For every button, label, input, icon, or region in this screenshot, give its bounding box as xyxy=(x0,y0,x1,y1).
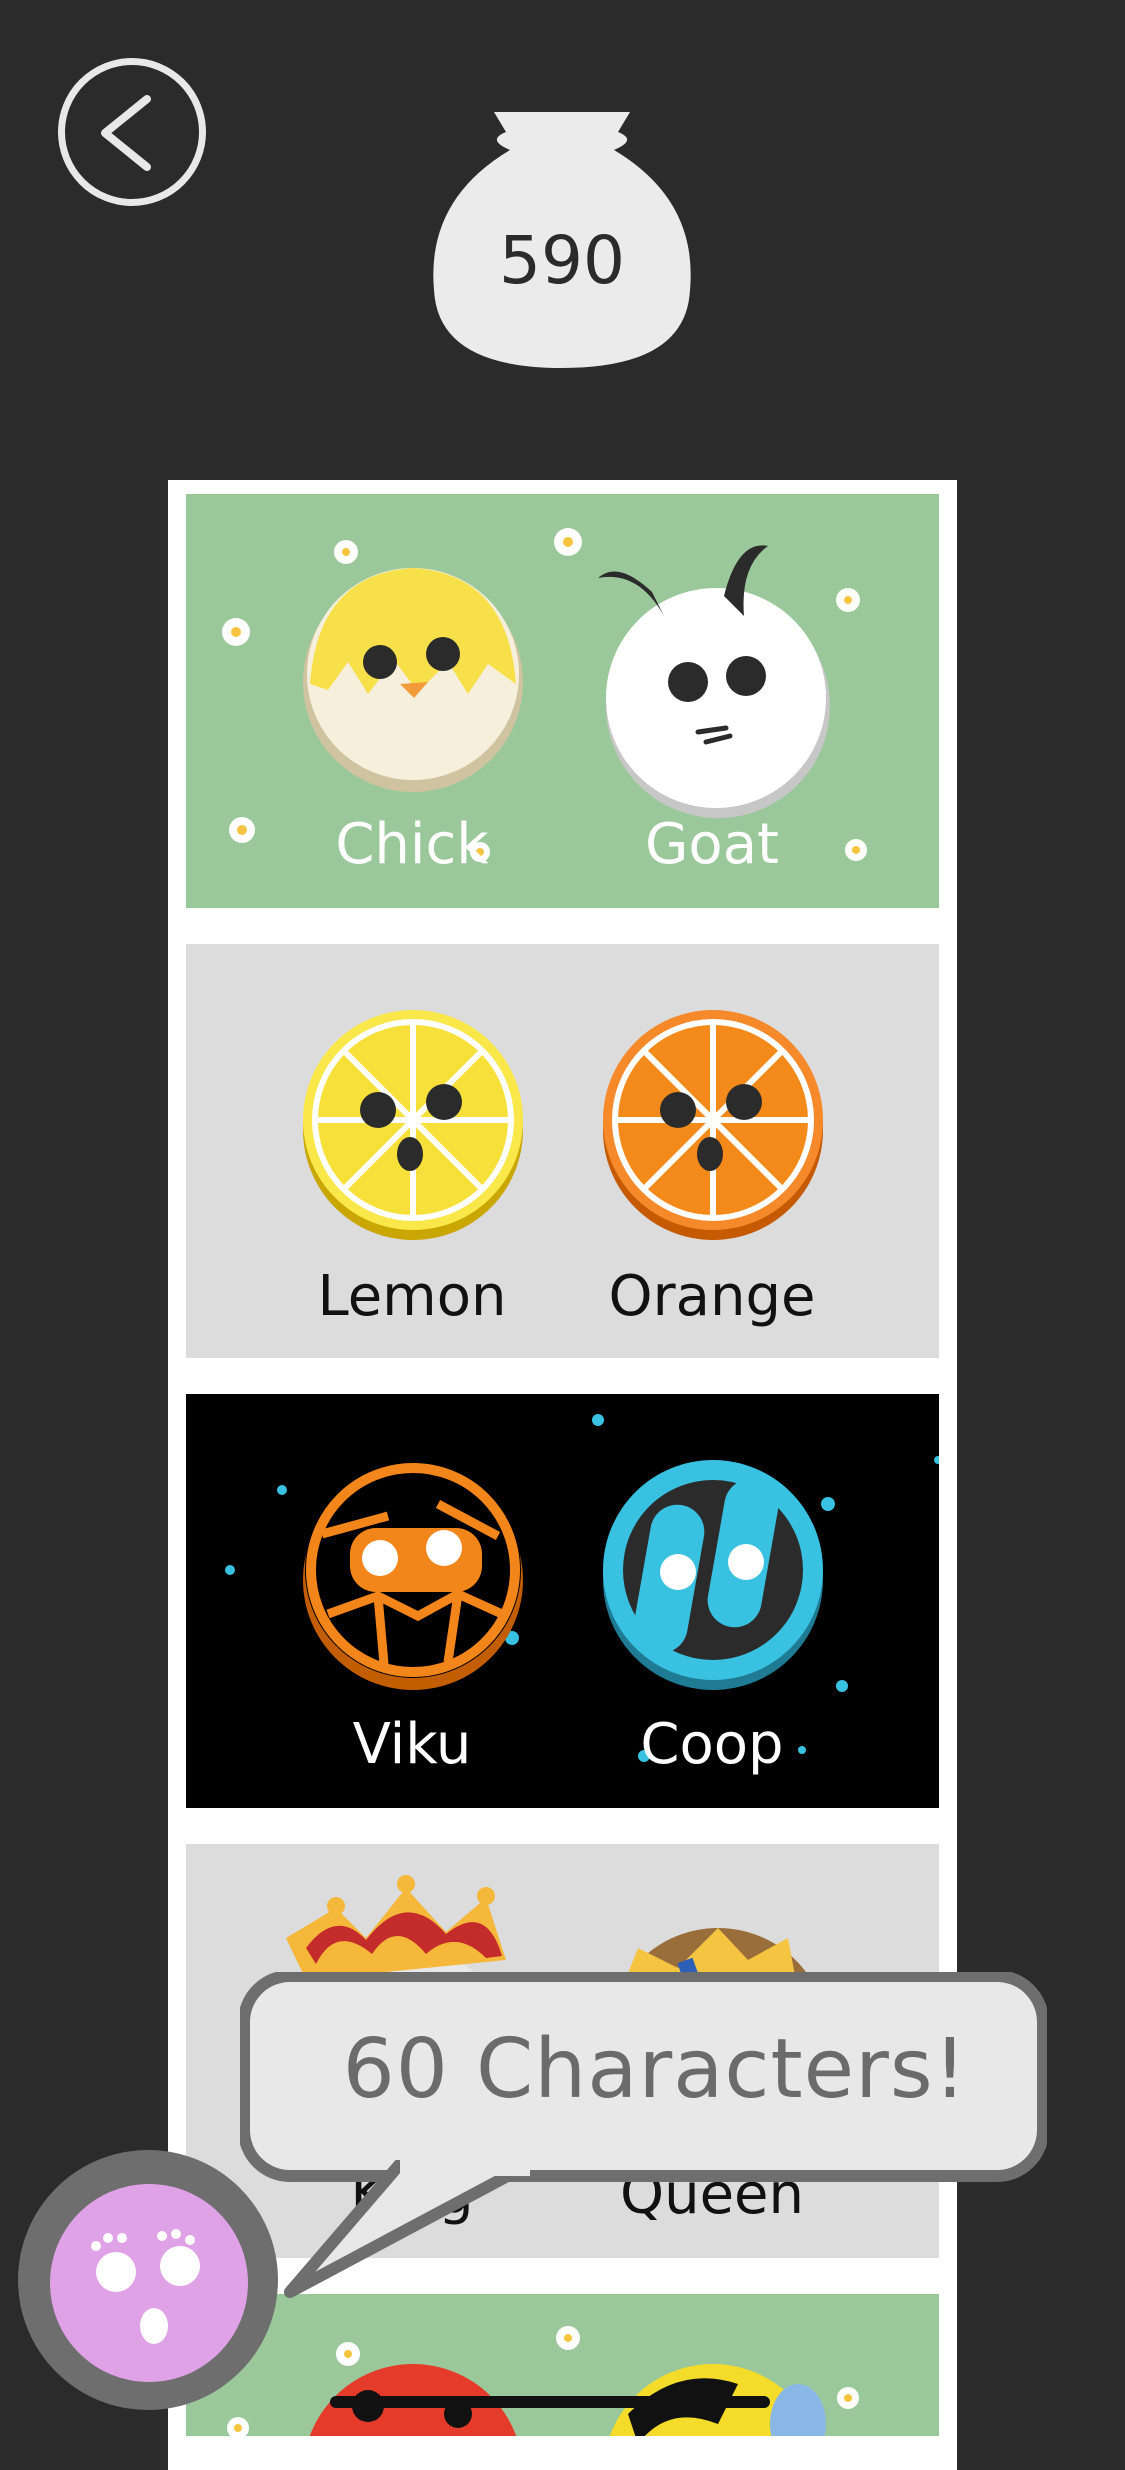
goat-avatar[interactable] xyxy=(598,520,838,820)
ladybug-avatar[interactable] xyxy=(298,2354,528,2436)
character-card-bugs[interactable] xyxy=(186,2294,939,2436)
orange-avatar[interactable] xyxy=(598,1004,828,1244)
character-name-right: Orange xyxy=(608,1264,816,1329)
back-button[interactable] xyxy=(58,58,206,206)
coop-avatar[interactable] xyxy=(598,1454,828,1694)
viku-avatar[interactable] xyxy=(298,1454,528,1694)
lemon-avatar[interactable] xyxy=(298,1004,528,1244)
bee-avatar[interactable] xyxy=(598,2354,838,2436)
mascot-face xyxy=(50,2184,248,2382)
home-indicator[interactable] xyxy=(330,2396,770,2408)
coin-count: 590 xyxy=(499,222,625,299)
character-card-space[interactable]: Viku Coop xyxy=(186,1394,939,1808)
promo-text: 60 Characters! xyxy=(342,2022,968,2117)
character-card-farm[interactable]: Chick Goat xyxy=(186,494,939,908)
character-name-left: Chick xyxy=(335,812,489,877)
speech-bubble-tail xyxy=(284,2160,530,2298)
character-name-left: Lemon xyxy=(317,1264,507,1329)
character-name-left: Viku xyxy=(352,1712,472,1777)
character-name-right: Goat xyxy=(645,812,779,877)
character-card-fruit[interactable]: Lemon Orange xyxy=(186,944,939,1358)
character-name-right: Coop xyxy=(640,1712,784,1777)
chevron-left-icon xyxy=(101,95,151,171)
happy-face-icon xyxy=(91,2229,200,2344)
chick-avatar[interactable] xyxy=(298,534,528,794)
